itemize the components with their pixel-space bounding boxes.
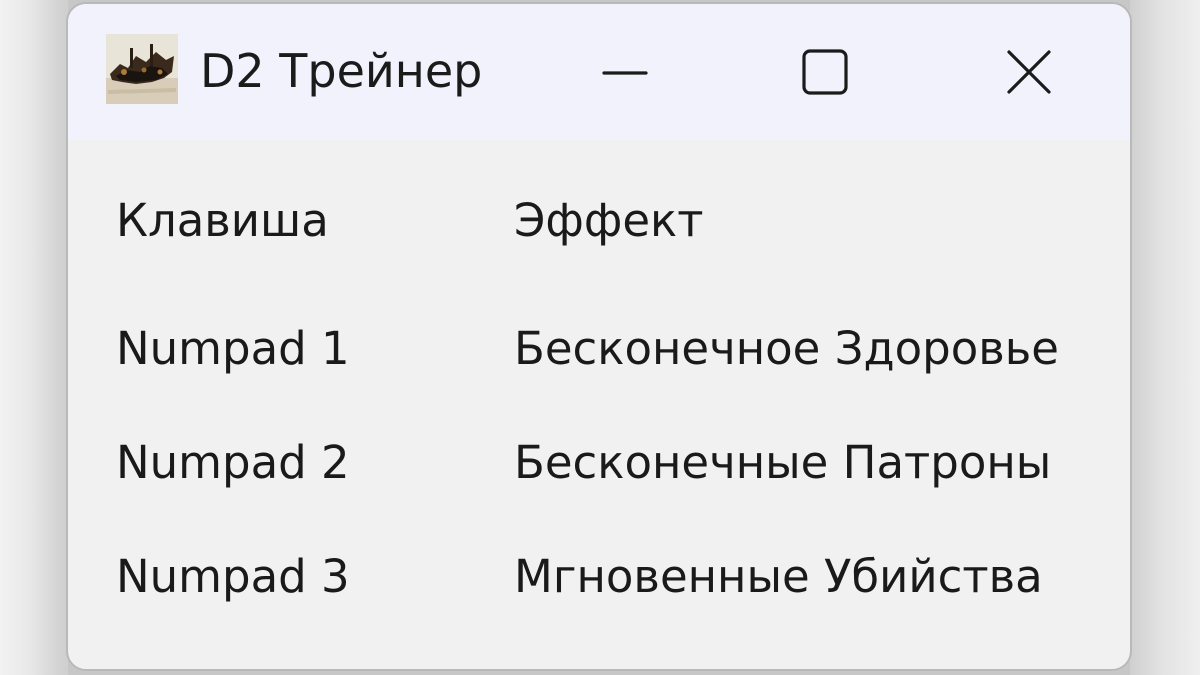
app-icon-ship: [106, 34, 178, 104]
maximize-icon: [802, 49, 848, 95]
desktop-background-left: [0, 0, 68, 675]
row-3-effect: Мгновенные Убийства: [514, 550, 1043, 603]
desktop-background-right: [1130, 0, 1200, 675]
maximize-button[interactable]: [770, 24, 880, 120]
header-key: Клавиша: [116, 194, 329, 247]
title-bar[interactable]: D2 Трейнер: [68, 4, 1130, 140]
row-2-effect: Бесконечные Патроны: [514, 436, 1052, 489]
header-effect: Эффект: [514, 194, 704, 247]
row-2-key: Numpad 2: [116, 436, 350, 489]
close-button[interactable]: [974, 24, 1084, 120]
close-icon: [1007, 50, 1051, 94]
app-icon: [106, 34, 178, 104]
row-1-key: Numpad 1: [116, 322, 350, 375]
minimize-icon: [602, 71, 648, 75]
minimize-button[interactable]: [570, 24, 680, 120]
trainer-window: D2 Трейнер Клавиша Эффект Numpad 1 Беско…: [66, 2, 1132, 671]
window-title: D2 Трейнер: [200, 44, 483, 98]
row-3-key: Numpad 3: [116, 550, 350, 603]
row-1-effect: Бесконечное Здоровье: [514, 322, 1059, 375]
